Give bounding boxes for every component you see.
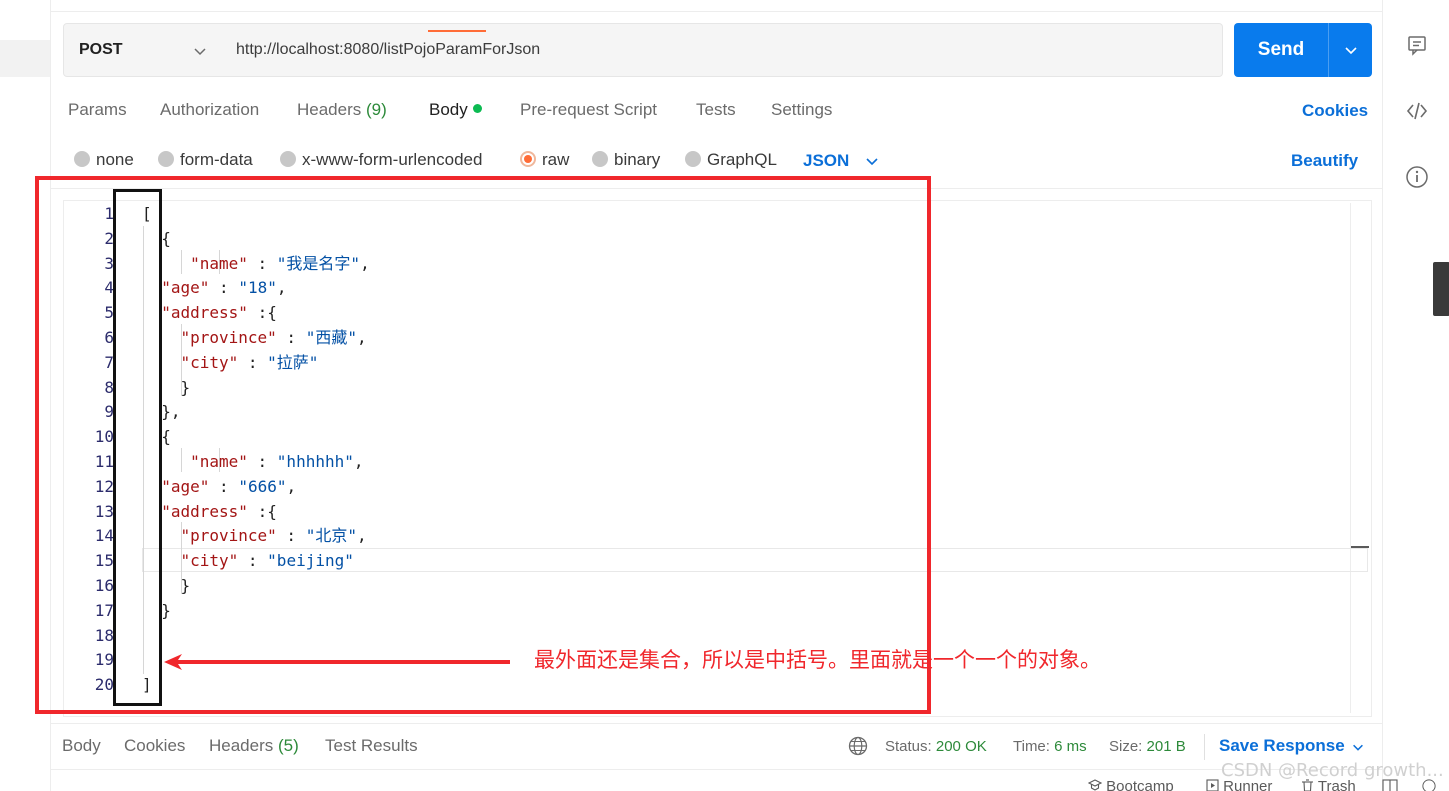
- send-button[interactable]: Send: [1234, 23, 1328, 77]
- radio-raw[interactable]: raw: [520, 150, 569, 170]
- tab-headers-count: (9): [366, 100, 387, 119]
- radio-button[interactable]: [592, 151, 608, 167]
- response-headers-label: Headers: [209, 736, 274, 755]
- time-readout: Time: 6 ms: [1013, 738, 1087, 755]
- runner-icon: [1206, 779, 1219, 791]
- divider: [1204, 734, 1205, 760]
- radio-button-selected[interactable]: [520, 151, 536, 167]
- tab-settings[interactable]: Settings: [771, 100, 832, 120]
- footer-bootcamp[interactable]: Bootcamp: [1087, 778, 1174, 791]
- status-footer: [51, 769, 1382, 791]
- cookies-link[interactable]: Cookies: [1302, 101, 1368, 121]
- radio-binary[interactable]: binary: [592, 150, 660, 170]
- editor-scrollbar[interactable]: [1350, 203, 1370, 713]
- radio-none[interactable]: none: [74, 150, 134, 170]
- radio-graphql-label: GraphQL: [707, 150, 777, 169]
- radio-raw-label: raw: [542, 150, 570, 169]
- code-icon[interactable]: [1405, 99, 1429, 123]
- annotation-black-box: [113, 189, 162, 706]
- chevron-down-icon: [1345, 47, 1357, 55]
- scroll-position-marker: [1351, 546, 1369, 548]
- comment-icon[interactable]: [1405, 33, 1429, 57]
- radio-button[interactable]: [74, 151, 90, 167]
- size-readout: Size: 201 B: [1109, 738, 1186, 755]
- sidebar-selected-item[interactable]: [0, 40, 50, 77]
- status-readout: Status: 200 OK: [885, 738, 987, 755]
- radio-urlencoded[interactable]: x-www-form-urlencoded: [280, 150, 482, 170]
- info-icon[interactable]: [1405, 165, 1429, 189]
- chevron-down-icon[interactable]: [1351, 740, 1365, 754]
- divider: [51, 11, 1382, 12]
- size-label: Size:: [1109, 738, 1143, 755]
- status-value: 200 OK: [935, 738, 987, 755]
- send-options-button[interactable]: [1328, 23, 1372, 77]
- tab-headers-label: Headers: [297, 100, 362, 119]
- scrollbar-thumb[interactable]: [1433, 262, 1449, 316]
- send-label: Send: [1257, 39, 1305, 60]
- tab-headers[interactable]: Headers (9): [297, 100, 387, 120]
- response-headers-count: (5): [278, 736, 299, 755]
- watermark: CSDN @Record growth...: [1221, 760, 1444, 781]
- time-value: 6 ms: [1054, 738, 1087, 755]
- format-select[interactable]: JSON: [803, 151, 849, 171]
- tab-prerequest-script[interactable]: Pre-request Script: [520, 100, 657, 120]
- footer-bootcamp-label: Bootcamp: [1106, 778, 1174, 791]
- size-value: 201 B: [1146, 738, 1186, 755]
- tab-response-body[interactable]: Body: [62, 736, 101, 756]
- active-tab-indicator: [428, 30, 486, 32]
- method-label: POST: [79, 41, 123, 58]
- arrow-icon: [164, 654, 510, 670]
- globe-icon[interactable]: [848, 736, 868, 756]
- radio-button[interactable]: [158, 151, 174, 167]
- right-context-bar: [1382, 0, 1449, 791]
- url-input[interactable]: http://localhost:8080/listPojoParamForJs…: [221, 23, 1223, 77]
- tab-test-results[interactable]: Test Results: [325, 736, 418, 756]
- radio-form-data[interactable]: form-data: [158, 150, 253, 170]
- chevron-down-icon[interactable]: [864, 153, 880, 169]
- tab-body[interactable]: Body: [429, 100, 482, 120]
- time-label: Time:: [1013, 738, 1050, 755]
- bootcamp-icon: [1087, 779, 1103, 791]
- save-response-button[interactable]: Save Response: [1219, 736, 1345, 756]
- tab-params[interactable]: Params: [68, 100, 127, 120]
- radio-none-label: none: [96, 150, 134, 169]
- status-label: Status:: [885, 738, 932, 755]
- annotation-text: 最外面还是集合，所以是中括号。里面就是一个一个的对象。: [534, 648, 1101, 672]
- tab-response-cookies[interactable]: Cookies: [124, 736, 185, 756]
- radio-binary-label: binary: [614, 150, 661, 169]
- radio-form-data-label: form-data: [180, 150, 253, 169]
- tab-tests[interactable]: Tests: [696, 100, 736, 120]
- radio-graphql[interactable]: GraphQL: [685, 150, 777, 170]
- beautify-button[interactable]: Beautify: [1291, 151, 1358, 171]
- radio-urlencoded-label: x-www-form-urlencoded: [302, 150, 483, 169]
- method-select[interactable]: POST: [63, 23, 222, 77]
- tab-authorization[interactable]: Authorization: [160, 100, 259, 120]
- chevron-down-icon: [194, 48, 206, 56]
- body-indicator-dot: [472, 104, 482, 113]
- tab-body-label: Body: [429, 100, 468, 119]
- radio-button[interactable]: [280, 151, 296, 167]
- tab-response-headers[interactable]: Headers (5): [209, 736, 299, 756]
- url-text: http://localhost:8080/listPojoParamForJs…: [236, 41, 541, 58]
- annotation-red-box: [35, 176, 931, 714]
- radio-button[interactable]: [685, 151, 701, 167]
